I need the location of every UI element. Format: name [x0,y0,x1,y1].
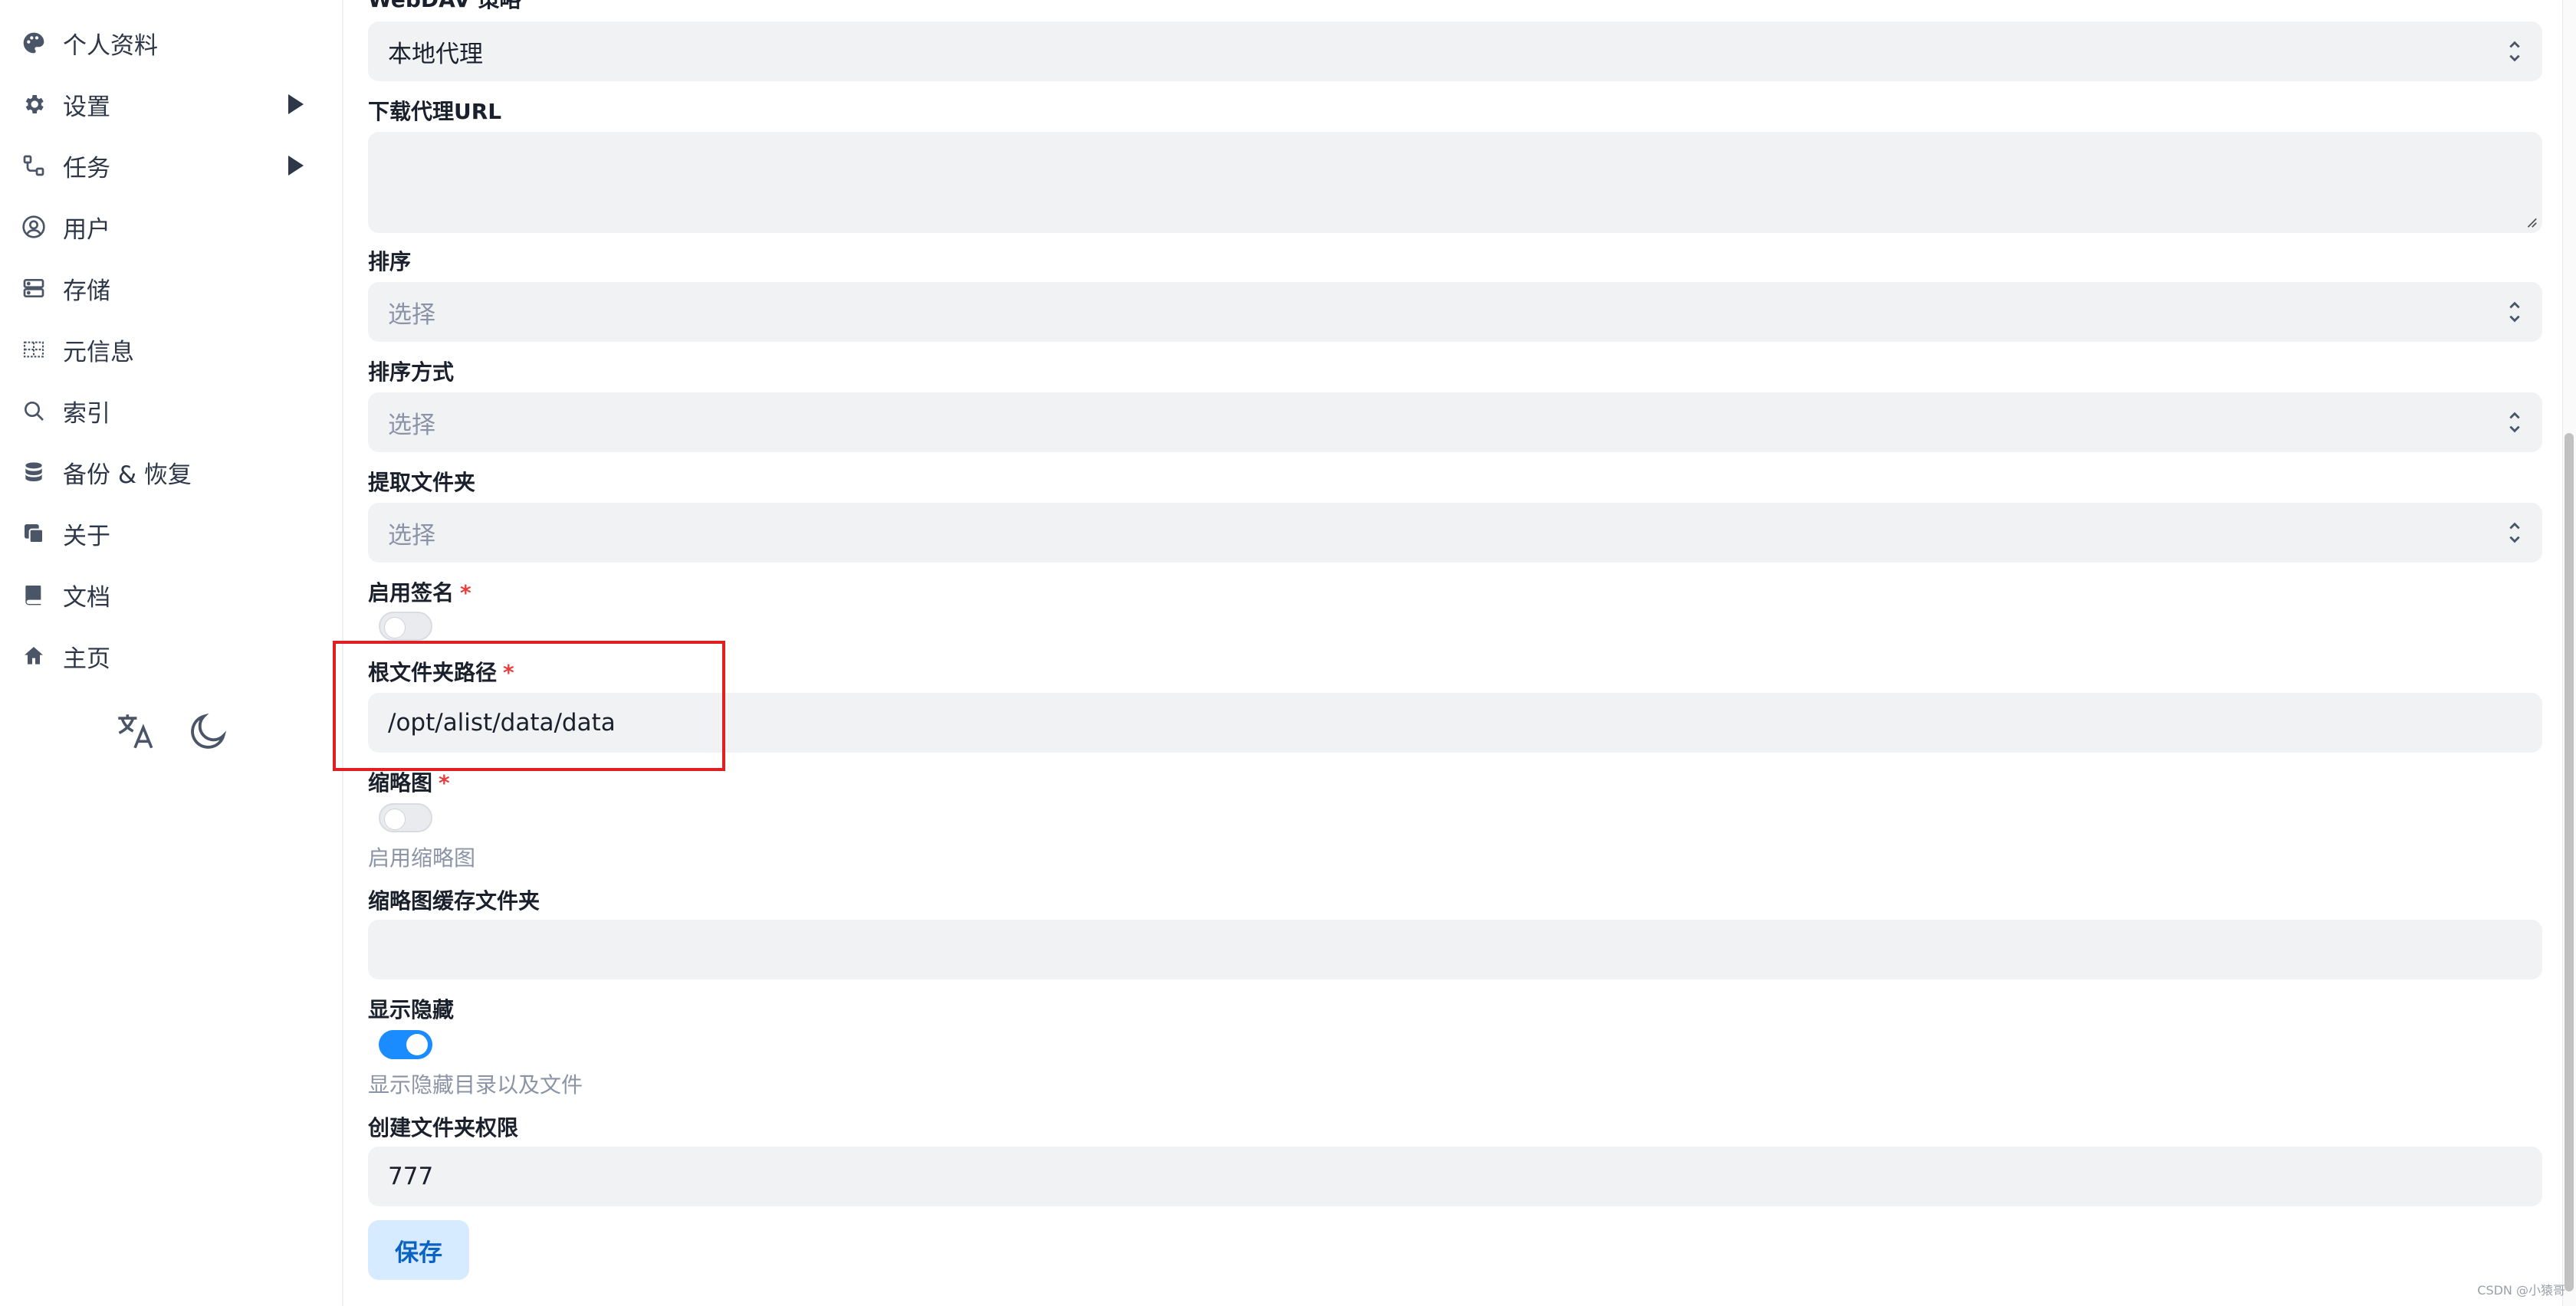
sidebar-item-about[interactable]: 关于 [20,508,327,559]
sidebar-item-label: 个人资料 [63,31,158,60]
input-value: /opt/alist/data/data [388,709,616,737]
show-hidden-label: 显示隐藏 [368,997,455,1022]
select-placeholder: 选择 [388,300,435,329]
sidebar-item-label: 用户 [63,215,110,244]
sidebar-item-label: 文档 [63,583,110,612]
select-chevron-icon [2509,412,2520,433]
storage-icon [20,274,48,302]
sidebar-item-label: 元信息 [63,338,134,366]
mkdir-perm-label: 创建文件夹权限 [368,1115,519,1140]
sidebar-item-backup-restore[interactable]: 备份 & 恢复 [20,447,327,497]
required-mark: * [503,660,514,685]
thumbnail-label-text: 缩略图 [368,770,433,796]
sidebar-item-label: 索引 [63,399,110,428]
enable-sign-switch[interactable] [379,612,432,641]
select-placeholder: 选择 [388,411,435,439]
required-mark: * [439,770,450,796]
sidebar-item-tasks[interactable]: 任务 [20,140,327,191]
sidebar-item-label: 任务 [63,154,110,182]
sidebar-item-label: 关于 [63,522,110,550]
resize-grip-icon[interactable] [2524,215,2538,228]
order-by-select[interactable]: 选择 [368,282,2542,342]
user-circle-icon [20,213,48,241]
thumb-cache-folder-label: 缩略图缓存文件夹 [368,888,540,914]
sidebar-item-storage[interactable]: 存储 [20,263,327,313]
thumb-cache-folder-input[interactable] [368,920,2542,980]
save-button[interactable]: 保存 [368,1220,469,1280]
show-hidden-switch[interactable] [379,1030,432,1059]
extract-folder-label: 提取文件夹 [368,470,476,495]
gear-icon [20,90,48,118]
thumbnail-help-text: 启用缩略图 [368,845,476,871]
select-chevron-icon [2509,301,2520,323]
sidebar-item-settings[interactable]: 设置 [20,79,327,130]
input-value: 777 [388,1163,434,1190]
select-placeholder: 选择 [388,521,435,550]
meta-grid-icon [20,336,48,363]
scrollbar-thumb[interactable] [2564,433,2574,1291]
sidebar-item-label: 备份 & 恢复 [63,461,192,489]
chevron-right-icon [288,156,304,176]
sidebar-item-label: 设置 [63,93,110,121]
sidebar-item-label: 存储 [63,277,110,305]
watermark: CSDN @小猿哥 [2477,1283,2565,1298]
sidebar-item-home[interactable]: 主页 [20,631,327,681]
switch-knob [406,1034,428,1055]
thumbnail-switch[interactable] [379,803,432,832]
webdav-policy-label: WebDAV 策略 [368,0,521,14]
palette-icon [20,29,48,57]
download-proxy-url-label: 下载代理URL [368,99,502,124]
root-folder-path-label-text: 根文件夹路径 [368,660,498,685]
home-icon [20,642,48,670]
sidebar-item-users[interactable]: 用户 [20,202,327,252]
required-mark: * [460,580,472,605]
chevron-right-icon [288,94,304,114]
copy-icon [20,520,48,547]
sidebar: 个人资料 设置 任务 用户 存储 元信息 索引 备份 & 恢复 关于 文档 主页 [0,0,343,1306]
show-hidden-help-text: 显示隐藏目录以及文件 [368,1072,583,1098]
order-direction-select[interactable]: 选择 [368,392,2542,452]
switch-knob [384,617,406,638]
enable-sign-label: 启用签名 * [368,576,472,607]
sidebar-item-label: 主页 [63,645,110,673]
order-by-label: 排序 [368,249,412,274]
moon-icon [186,709,231,756]
thumbnail-label: 缩略图 * [368,766,450,797]
translate-icon [113,709,157,756]
webdav-policy-select[interactable]: 本地代理 [368,21,2542,81]
select-value: 本地代理 [388,40,483,68]
select-chevron-icon [2509,522,2520,543]
database-icon [20,458,48,486]
sidebar-item-index[interactable]: 索引 [20,386,327,436]
theme-toggle-button[interactable] [184,708,233,757]
mkdir-perm-input[interactable]: 777 [368,1147,2542,1206]
download-proxy-url-textarea[interactable] [368,132,2542,233]
sidebar-item-profile[interactable]: 个人资料 [20,18,327,68]
storage-edit-form: WebDAV 策略 本地代理 下载代理URL 排序 选择 排序方式 选择 提取文… [345,0,2553,1306]
switch-knob [384,809,406,830]
root-folder-path-label: 根文件夹路径 * [368,656,514,687]
select-chevron-icon [2509,41,2520,62]
sidebar-item-meta[interactable]: 元信息 [20,324,327,375]
extract-folder-select[interactable]: 选择 [368,503,2542,563]
workflow-icon [20,152,48,179]
translate-button[interactable] [110,708,159,757]
root-folder-path-input[interactable]: /opt/alist/data/data [368,693,2542,753]
enable-sign-label-text: 启用签名 [368,580,455,605]
book-icon [20,581,48,609]
order-direction-label: 排序方式 [368,359,455,385]
search-icon [20,397,48,425]
sidebar-item-docs[interactable]: 文档 [20,569,327,620]
